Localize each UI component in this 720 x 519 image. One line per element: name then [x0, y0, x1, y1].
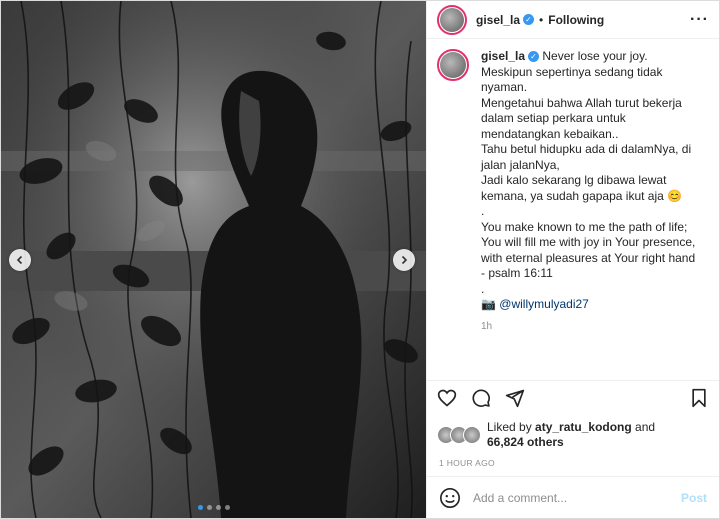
- caption-area: gisel_la ✓ Never lose your joy. Meskipun …: [427, 39, 719, 380]
- instagram-post: gisel_la ✓ • Following ··· gisel_la ✓ Nev…: [0, 0, 720, 519]
- caption-line-text: Never lose your joy.: [542, 49, 648, 63]
- likes-count[interactable]: 66,824 others: [487, 435, 564, 449]
- caption-line: kemana, ya sudah gapapa ikut aja 😊: [481, 188, 683, 203]
- comment-icon[interactable]: [471, 388, 491, 408]
- caption-text: gisel_la ✓ Never lose your joy. Meskipun …: [481, 49, 709, 334]
- caption-time: 1h: [481, 320, 493, 332]
- caption-line: jalan jalanNya,: [481, 157, 560, 172]
- liker-avatars: [437, 426, 483, 444]
- caption-line: with eternal pleasures at Your right han…: [481, 250, 696, 265]
- carousel-dot: [206, 505, 212, 510]
- post-header: gisel_la ✓ • Following ···: [427, 1, 719, 39]
- share-icon[interactable]: [505, 388, 525, 408]
- caption-line: nyaman.: [481, 80, 528, 94]
- caption-line: - psalm 16:11: [481, 266, 553, 280]
- chevron-right-icon: [401, 255, 408, 265]
- add-comment-bar: Post: [427, 476, 719, 518]
- caption-row: gisel_la ✓ Never lose your joy. Meskipun …: [437, 49, 709, 334]
- caption-line: You make known to me the path of life;: [481, 219, 688, 234]
- avatar-image: [440, 7, 464, 32]
- carousel-dot: [215, 505, 221, 510]
- caption-line: .: [481, 281, 485, 296]
- carousel-prev-button[interactable]: [9, 249, 31, 271]
- carousel-dot: [224, 505, 230, 510]
- post-photo: [1, 1, 426, 518]
- caption-line: .: [481, 204, 485, 218]
- caption-line: Meskipun sepertinya sedang tidak: [481, 64, 663, 79]
- post-comment-button[interactable]: Post: [681, 491, 707, 505]
- caption-avatar[interactable]: [437, 49, 469, 81]
- verified-badge-icon: ✓: [523, 14, 535, 25]
- following-button[interactable]: Following: [548, 13, 604, 27]
- action-bar: [427, 380, 719, 414]
- author-username[interactable]: gisel_la: [476, 13, 520, 27]
- comment-input[interactable]: [473, 490, 681, 505]
- author-avatar[interactable]: [437, 4, 467, 35]
- post-sidebar: gisel_la ✓ • Following ··· gisel_la ✓ Nev…: [426, 1, 719, 518]
- header-separator: •: [539, 12, 544, 27]
- caption-line: dalam setiap perkara untuk: [481, 111, 626, 125]
- mention-link[interactable]: @willymulyadi27: [499, 297, 589, 311]
- carousel-dot: [197, 505, 203, 510]
- caption-line: gisel_la ✓ Never lose your joy.: [481, 49, 709, 65]
- camera-icon: 📷: [481, 297, 496, 311]
- caption-line: mendatangkan kebaikan..: [481, 126, 619, 141]
- more-options-icon[interactable]: ···: [690, 11, 709, 29]
- carousel-indicator: [1, 505, 426, 510]
- likes-and: and: [631, 420, 656, 434]
- heart-icon[interactable]: [437, 388, 457, 408]
- likes-text: Liked by aty_ratu_kodong and 66,824 othe…: [487, 420, 655, 450]
- caption-credit-line: 📷 @willymulyadi27: [481, 297, 709, 313]
- post-time-ago: 1 HOUR AGO: [439, 458, 495, 468]
- caption-username[interactable]: gisel_la: [481, 49, 525, 63]
- caption-line: Mengetahui bahwa Allah turut bekerja: [481, 95, 682, 110]
- avatar-image: [440, 52, 466, 78]
- liker-username[interactable]: aty_ratu_kodong: [535, 420, 632, 434]
- caption-line: You will fill me with joy in Your presen…: [481, 235, 696, 249]
- caption-line: Tahu betul hidupku ada di dalamNya, di: [481, 142, 692, 156]
- verified-badge-icon: ✓: [528, 51, 540, 63]
- likes-prefix: Liked by: [487, 420, 536, 434]
- likes-section: Liked by aty_ratu_kodong and 66,824 othe…: [427, 414, 719, 452]
- bookmark-icon[interactable]: [689, 388, 709, 408]
- smiley-icon[interactable]: [439, 487, 461, 509]
- liker-avatar: [463, 426, 481, 444]
- caption-line: Jadi kalo sekarang lg dibawa lewat: [481, 173, 667, 187]
- carousel-next-button[interactable]: [393, 249, 415, 271]
- chevron-left-icon: [16, 255, 23, 265]
- post-media[interactable]: [1, 1, 426, 518]
